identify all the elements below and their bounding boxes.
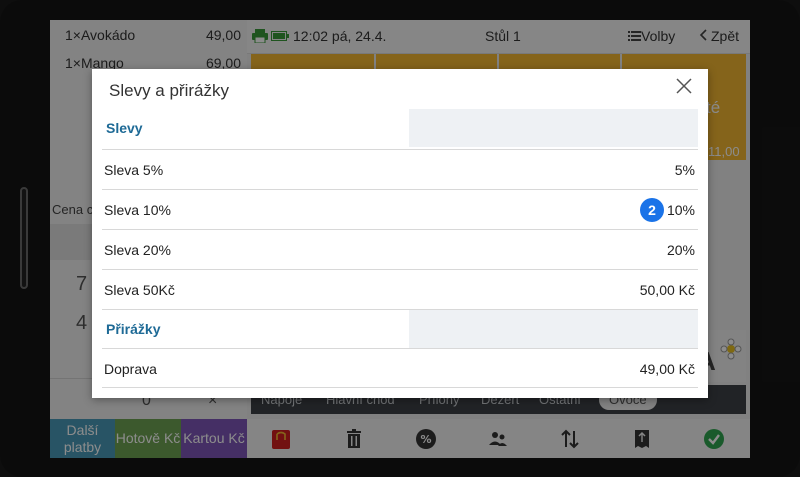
surcharge-name: Doprava [104, 361, 157, 377]
close-icon[interactable] [674, 76, 694, 96]
discount-name: Sleva 50Kč [104, 282, 175, 298]
discount-row-5[interactable]: Sleva 5% 5% [102, 149, 698, 188]
applied-count-badge: 2 [640, 198, 664, 222]
section-header-fill [409, 310, 698, 348]
surcharge-value: 49,00 Kč [639, 361, 695, 377]
discount-row-50kc[interactable]: Sleva 50Kč 50,00 Kč [102, 269, 698, 308]
dialog-title: Slevy a přirážky [109, 81, 229, 100]
discount-name: Sleva 5% [104, 162, 164, 178]
discount-value: 20% [666, 242, 695, 258]
section-title: Slevy [106, 120, 143, 136]
discounts-section-header: Slevy [102, 109, 698, 147]
discount-name: Sleva 10% [104, 202, 171, 218]
divider [102, 387, 698, 388]
surcharge-row-doprava[interactable]: Doprava 49,00 Kč [102, 348, 698, 387]
discount-value: 50,00 Kč [639, 282, 695, 298]
discount-row-10[interactable]: Sleva 10% 2 10% [102, 189, 698, 228]
discount-value: 5% [674, 162, 695, 178]
section-header-fill [409, 109, 698, 147]
discounts-dialog: Slevy a přirážky Slevy Sleva 5% 5% Sleva… [92, 69, 708, 398]
section-title: Přirážky [106, 321, 161, 337]
surcharges-section-header: Přirážky [102, 309, 698, 348]
discount-value: 10% [666, 202, 695, 218]
discount-row-20[interactable]: Sleva 20% 20% [102, 229, 698, 268]
discount-name: Sleva 20% [104, 242, 171, 258]
